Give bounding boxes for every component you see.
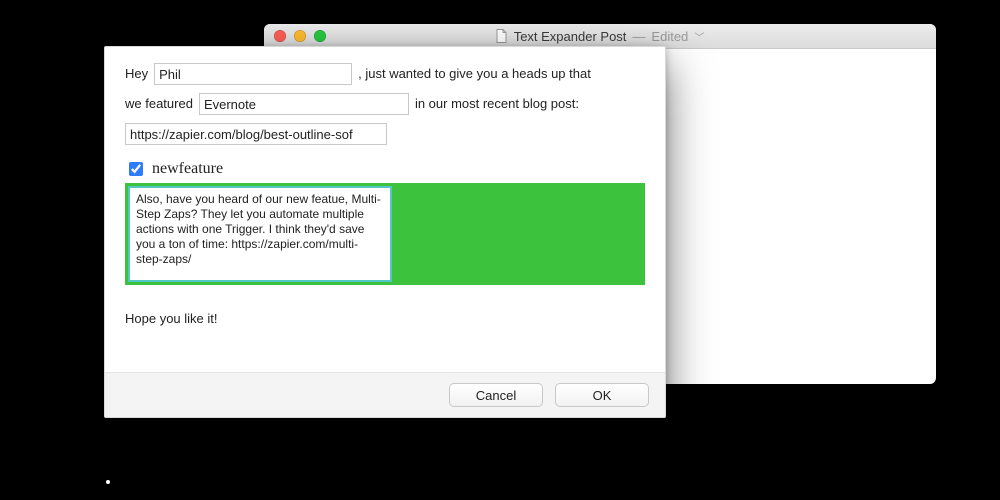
feature-name: newfeature <box>152 160 223 178</box>
zoom-icon[interactable] <box>314 30 326 42</box>
ok-button[interactable]: OK <box>555 383 649 407</box>
document-name: Text Expander Post <box>514 29 627 44</box>
feature-toggle-row: newfeature <box>125 159 645 179</box>
name-field[interactable] <box>154 63 352 85</box>
dialog-button-bar: Cancel OK <box>105 372 665 417</box>
minimize-icon[interactable] <box>294 30 306 42</box>
artifact-dot <box>106 480 110 484</box>
company-field[interactable] <box>199 93 409 115</box>
feature-highlight <box>125 183 645 285</box>
featured-row: we featured in our most recent blog post… <box>125 93 645 115</box>
fillin-dialog: Hey , just wanted to give you a heads up… <box>104 46 666 418</box>
greeting-prefix: Hey <box>125 63 148 85</box>
greeting-suffix: , just wanted to give you a heads up tha… <box>358 63 591 85</box>
window-controls <box>264 30 326 42</box>
close-icon[interactable] <box>274 30 286 42</box>
chevron-down-icon[interactable]: ﹀ <box>694 29 704 44</box>
url-field[interactable] <box>125 123 387 145</box>
greeting-row: Hey , just wanted to give you a heads up… <box>125 63 645 85</box>
window-title: Text Expander Post — Edited ﹀ <box>264 29 936 44</box>
url-row <box>125 123 645 145</box>
dialog-body: Hey , just wanted to give you a heads up… <box>105 47 665 372</box>
newfeature-checkbox[interactable] <box>129 162 143 176</box>
cancel-button[interactable]: Cancel <box>449 383 543 407</box>
title-separator: — <box>632 29 645 44</box>
featured-prefix: we featured <box>125 93 193 115</box>
document-status: Edited <box>651 29 688 44</box>
closing-text: Hope you like it! <box>125 311 645 326</box>
document-icon <box>496 29 508 43</box>
feature-textarea[interactable] <box>128 186 392 282</box>
featured-suffix: in our most recent blog post: <box>415 93 579 115</box>
